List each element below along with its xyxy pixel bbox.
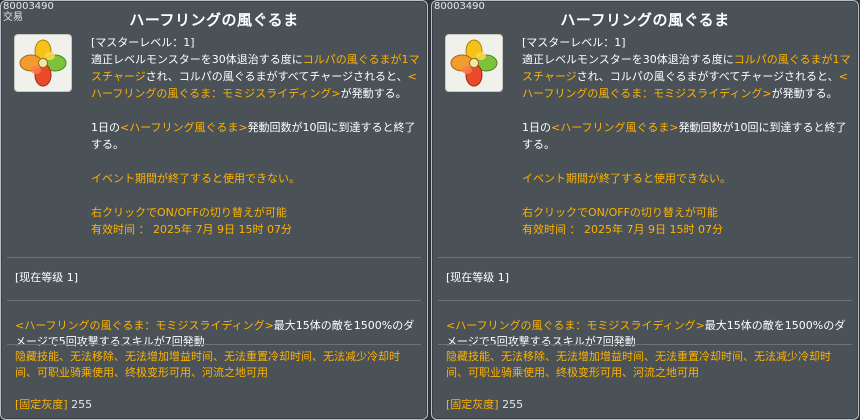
- expiry-time: 有效时间 ： 2025年 7月 9日 15时 07分: [522, 223, 723, 236]
- skill-description: [マスターレベル：1] 適正レベルモンスターを30体退治する度にコルパの風ぐるま…: [91, 34, 421, 238]
- toggle-hint: 右クリックでON/OFFの切り替えが可能: [91, 206, 287, 219]
- fixed-grayscale-value: 255: [502, 398, 524, 411]
- divider: [7, 300, 421, 301]
- limit-text: 1日の: [91, 121, 120, 134]
- pinwheel-icon: [450, 39, 498, 87]
- charge-text: 適正レベルモンスターを30体退治する度に: [522, 53, 734, 66]
- charge-description: 適正レベルモンスターを30体退治する度にコルパの風ぐるまが1マスチャージされ、コ…: [91, 51, 421, 102]
- fixed-grayscale-label: [固定灰度]: [446, 398, 499, 411]
- charge-text: 適正レベルモンスターを30体退治する度に: [91, 53, 303, 66]
- event-notice: イベント期間が終了すると使用できない。: [91, 172, 300, 185]
- limit-highlight: <ハーフリング風ぐるま>: [120, 121, 248, 134]
- skill-icon-frame: [14, 34, 72, 92]
- current-level: [现在等级 1]: [446, 271, 510, 284]
- divider: [7, 257, 421, 258]
- divider: [438, 300, 852, 301]
- limit-highlight: <ハーフリング風ぐるま>: [551, 121, 679, 134]
- charge-text-end: が発動する。: [771, 87, 838, 100]
- master-level: [マスターレベル：1]: [91, 36, 195, 49]
- skill-tooltip-left: 80003490 交易 ハーフリングの風ぐるま [マスターレベル：1] 適正レベ…: [0, 0, 428, 420]
- daily-limit: 1日の<ハーフリング風ぐるま>発動回数が10回に到達すると終了する。: [91, 119, 421, 153]
- skill-icon-frame: [445, 34, 503, 92]
- skill-description: [マスターレベル：1] 適正レベルモンスターを30体退治する度にコルパの風ぐるま…: [522, 34, 852, 238]
- skill-effect: <ハーフリングの風ぐるま：モミジスライディング>最大15体の敵を1500%のダメ…: [15, 318, 419, 350]
- fixed-grayscale: [固定灰度] 255: [446, 396, 523, 412]
- skill-flags: 隐藏技能、无法移除、无法增加增益时间、无法重置冷却时间、无法减少冷却时间、可职业…: [446, 350, 831, 379]
- charge-description: 適正レベルモンスターを30体退治する度にコルパの風ぐるまが1マスチャージされ、コ…: [522, 51, 852, 102]
- skill-effect-name: <ハーフリングの風ぐるま：モミジスライディング>: [446, 319, 705, 332]
- charge-text-end: が発動する。: [340, 87, 407, 100]
- limit-text: 1日の: [522, 121, 551, 134]
- event-notice: イベント期間が終了すると使用できない。: [522, 172, 731, 185]
- pinwheel-icon: [19, 39, 67, 87]
- divider: [7, 344, 421, 345]
- divider: [438, 344, 852, 345]
- skill-flags: 隐藏技能、无法移除、无法增加增益时间、无法重置冷却时间、无法减少冷却时间、可职业…: [15, 350, 400, 379]
- charge-text-2: され、コルパの風ぐるまがすべてチャージされると、: [576, 70, 839, 83]
- expiry-time: 有效时间 ： 2025年 7月 9日 15时 07分: [91, 223, 292, 236]
- fixed-grayscale-label: [固定灰度]: [15, 398, 68, 411]
- skill-tooltip-right: 80003490 ハーフリングの風ぐるま [マスターレベル：1] 適正レベルモン…: [431, 0, 859, 420]
- current-level: [现在等级 1]: [15, 271, 79, 284]
- fixed-grayscale-value: 255: [71, 398, 93, 411]
- toggle-hint: 右クリックでON/OFFの切り替えが可能: [522, 206, 718, 219]
- skill-effect: <ハーフリングの風ぐるま：モミジスライディング>最大15体の敵を1500%のダメ…: [446, 318, 850, 350]
- charge-text-2: され、コルパの風ぐるまがすべてチャージされると、: [145, 70, 408, 83]
- divider: [438, 257, 852, 258]
- master-level: [マスターレベル：1]: [522, 36, 626, 49]
- fixed-grayscale: [固定灰度] 255: [15, 396, 92, 412]
- skill-effect-name: <ハーフリングの風ぐるま：モミジスライディング>: [15, 319, 274, 332]
- tooltip-title: ハーフリングの風ぐるま: [560, 11, 730, 29]
- daily-limit: 1日の<ハーフリング風ぐるま>発動回数が10回に到達すると終了する。: [522, 119, 852, 153]
- tooltip-title: ハーフリングの風ぐるま: [129, 11, 299, 29]
